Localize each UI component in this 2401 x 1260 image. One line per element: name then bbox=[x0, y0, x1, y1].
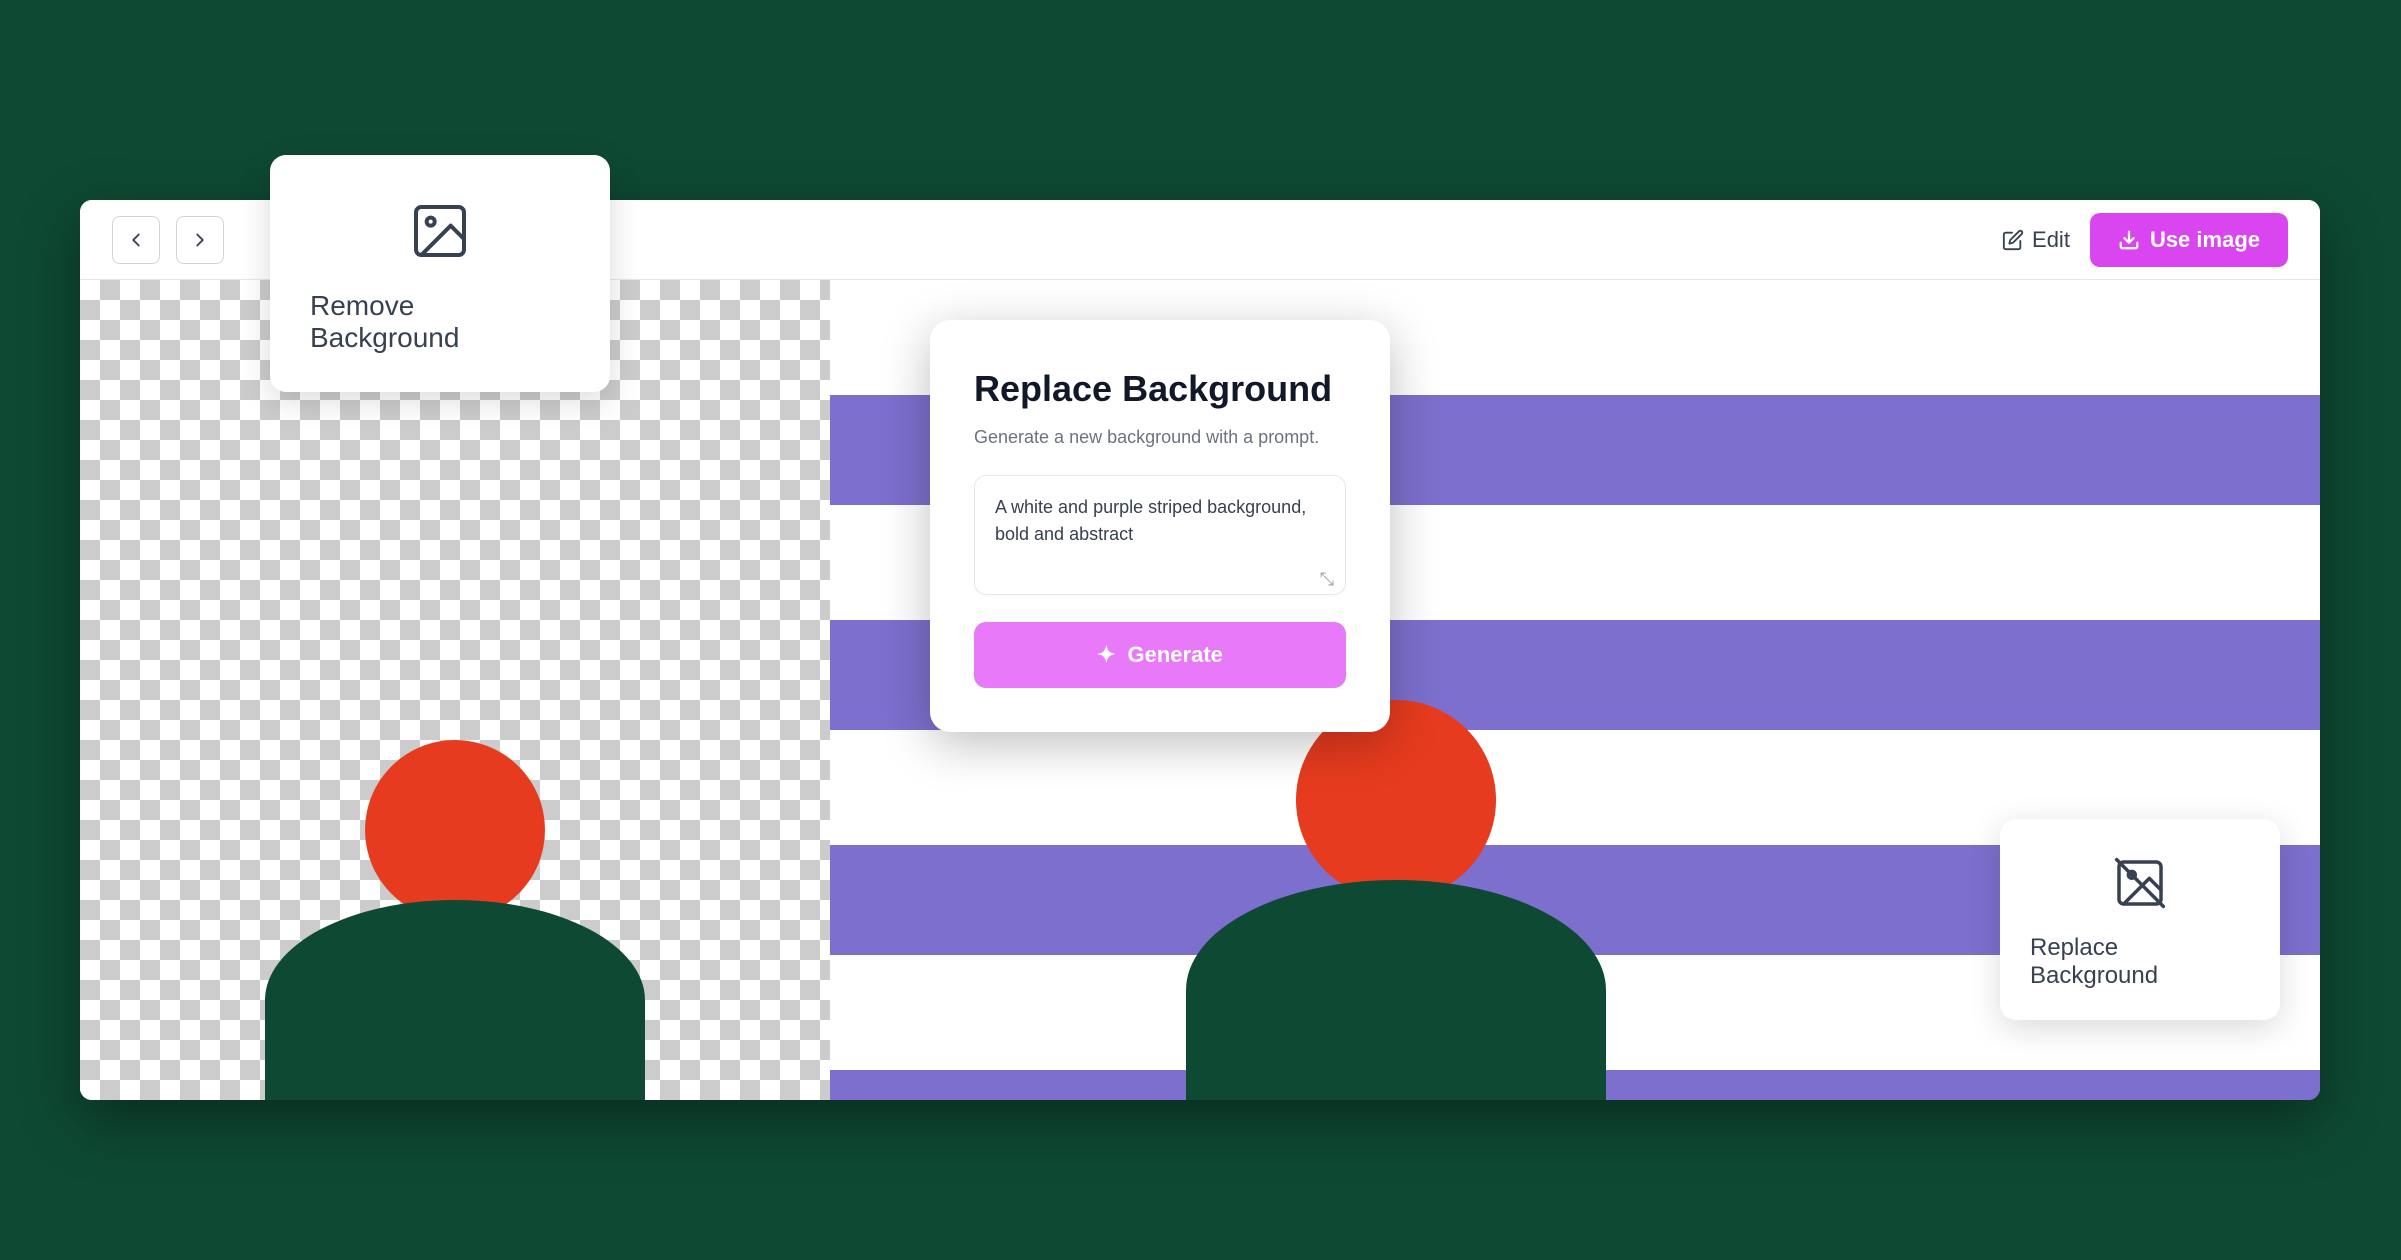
edit-button[interactable]: Edit bbox=[2002, 227, 2070, 253]
download-icon bbox=[2118, 229, 2140, 251]
prompt-textarea[interactable] bbox=[974, 475, 1346, 595]
remove-bg-floating-card: Remove Background bbox=[270, 155, 610, 392]
use-image-label: Use image bbox=[2150, 227, 2260, 253]
generate-button[interactable]: ✦ Generate bbox=[974, 622, 1346, 688]
replace-bg-card-icon bbox=[2112, 855, 2168, 920]
right-avatar-body bbox=[1186, 880, 1606, 1100]
edit-icon bbox=[2002, 229, 2024, 251]
forward-button[interactable] bbox=[176, 216, 224, 264]
resize-icon: ⤡ bbox=[1320, 569, 1334, 590]
prompt-wrapper: ⤡ bbox=[974, 475, 1346, 600]
replace-bg-card: Replace Background bbox=[2000, 819, 2280, 1020]
left-avatar-head bbox=[365, 740, 545, 920]
right-avatar bbox=[1186, 700, 1606, 1100]
remove-bg-icon bbox=[408, 199, 472, 272]
toolbar-right: Edit Use image bbox=[2002, 213, 2288, 267]
toolbar-left bbox=[112, 216, 224, 264]
left-avatar bbox=[265, 740, 645, 1100]
left-avatar-body bbox=[265, 900, 645, 1100]
replace-bg-description: Generate a new background with a prompt. bbox=[974, 424, 1346, 451]
generate-sparkle-icon: ✦ bbox=[1097, 642, 1115, 668]
use-image-button[interactable]: Use image bbox=[2090, 213, 2288, 267]
back-button[interactable] bbox=[112, 216, 160, 264]
edit-label: Edit bbox=[2032, 227, 2070, 253]
generate-label: Generate bbox=[1128, 642, 1223, 668]
left-panel bbox=[80, 280, 830, 1100]
replace-bg-panel: Replace Background Generate a new backgr… bbox=[930, 320, 1390, 732]
replace-bg-title: Replace Background bbox=[974, 368, 1346, 410]
remove-bg-label: Remove Background bbox=[310, 290, 570, 354]
replace-bg-card-label: Replace Background bbox=[2030, 934, 2250, 990]
